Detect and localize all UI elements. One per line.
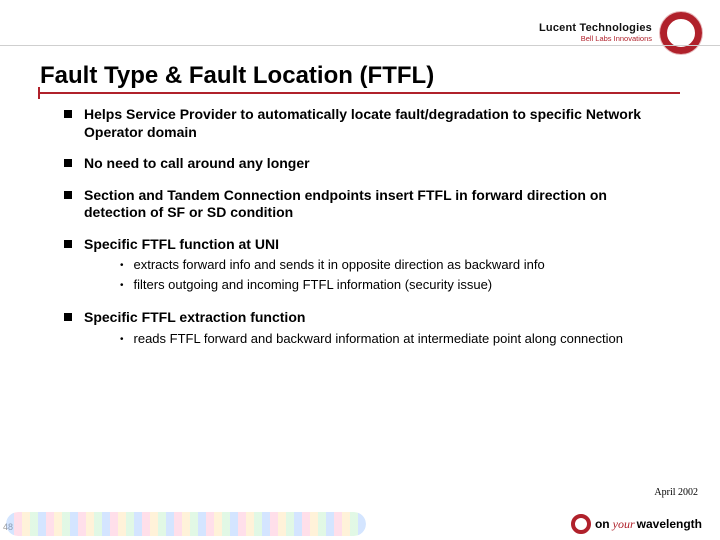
brand-subtitle: Bell Labs Innovations bbox=[539, 35, 652, 43]
mark-on: on bbox=[595, 517, 610, 531]
top-divider bbox=[0, 45, 720, 46]
sub-bullet-item: • filters outgoing and incoming FTFL inf… bbox=[120, 277, 672, 295]
square-bullet-icon bbox=[64, 313, 72, 321]
wave-decoration-icon bbox=[6, 512, 366, 536]
mark-wavelength: wavelength bbox=[637, 517, 702, 531]
square-bullet-icon bbox=[64, 240, 72, 248]
sub-bullet-list: • extracts forward info and sends it in … bbox=[120, 257, 672, 295]
ring-small-icon bbox=[571, 514, 591, 534]
square-bullet-icon bbox=[64, 110, 72, 118]
sub-bullet-text: filters outgoing and incoming FTFL infor… bbox=[134, 277, 493, 295]
bullet-item: Helps Service Provider to automatically … bbox=[64, 106, 672, 141]
bullet-text: Section and Tandem Connection endpoints … bbox=[84, 187, 672, 222]
sub-bullet-item: • extracts forward info and sends it in … bbox=[120, 257, 672, 275]
bullet-text: Specific FTFL function at UNI bbox=[84, 236, 279, 254]
sub-bullet-text: reads FTFL forward and backward informat… bbox=[134, 331, 623, 349]
brand-text: Lucent Technologies Bell Labs Innovation… bbox=[539, 23, 652, 42]
brand-block: Lucent Technologies Bell Labs Innovation… bbox=[539, 12, 702, 54]
mark-your: your bbox=[613, 517, 635, 531]
bullet-item: Specific FTFL function at UNI bbox=[64, 236, 672, 254]
sub-bullet-text: extracts forward info and sends it in op… bbox=[134, 257, 545, 275]
dot-bullet-icon: • bbox=[120, 277, 124, 295]
ring-logo-icon bbox=[660, 12, 702, 54]
square-bullet-icon bbox=[64, 159, 72, 167]
bullet-item: Specific FTFL extraction function bbox=[64, 309, 672, 327]
footer-mark: onyourwavelength bbox=[571, 514, 702, 534]
dot-bullet-icon: • bbox=[120, 257, 124, 275]
sub-bullet-item: • reads FTFL forward and backward inform… bbox=[120, 331, 672, 349]
bullet-text: Helps Service Provider to automatically … bbox=[84, 106, 672, 141]
bullet-item: Section and Tandem Connection endpoints … bbox=[64, 187, 672, 222]
footer-date: April 2002 bbox=[654, 487, 698, 498]
square-bullet-icon bbox=[64, 191, 72, 199]
content-area: Helps Service Provider to automatically … bbox=[64, 106, 672, 363]
bullet-text: Specific FTFL extraction function bbox=[84, 309, 305, 327]
sub-bullet-list: • reads FTFL forward and backward inform… bbox=[120, 331, 672, 349]
title-underline bbox=[40, 92, 680, 94]
footer-mark-text: onyourwavelength bbox=[595, 517, 702, 532]
bullet-text: No need to call around any longer bbox=[84, 155, 310, 173]
bullet-item: No need to call around any longer bbox=[64, 155, 672, 173]
slide: Lucent Technologies Bell Labs Innovation… bbox=[0, 0, 720, 540]
slide-title: Fault Type & Fault Location (FTFL) bbox=[40, 62, 434, 90]
dot-bullet-icon: • bbox=[120, 331, 124, 349]
